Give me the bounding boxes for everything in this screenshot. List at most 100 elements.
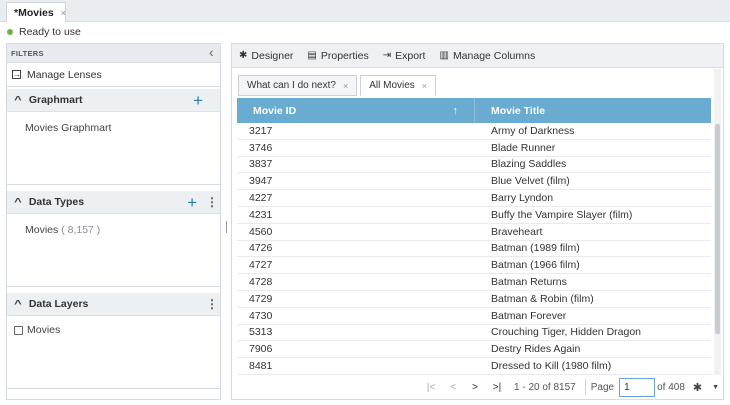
page-label: Page	[590, 381, 615, 393]
movie-id-cell: 4729	[249, 292, 273, 305]
graphmart-section: ^ Graphmart + Movies Graphmart	[7, 89, 220, 185]
data-type-count: ( 8,157 )	[61, 224, 101, 236]
close-icon[interactable]: ×	[422, 81, 427, 91]
data-types-section-header[interactable]: ^ Data Types + ⋮	[7, 191, 220, 214]
movie-title-cell: Destry Rides Again	[491, 343, 581, 356]
manage-lenses-button[interactable]: → Manage Lenses	[7, 63, 220, 87]
movie-id-cell: 3217	[249, 124, 273, 137]
panel-splitter[interactable]	[226, 221, 227, 233]
movies-table: Movie ID ↑ Movie Title 3217 Army of Darkn…	[237, 98, 711, 375]
columns-icon: ▥	[439, 50, 449, 61]
movie-id-cell: 7906	[249, 343, 273, 356]
previous-page-button[interactable]: <	[442, 382, 464, 393]
last-page-button[interactable]: >|	[486, 382, 508, 393]
first-page-button[interactable]: |<	[420, 382, 442, 393]
data-layers-section-title: Data Layers	[28, 298, 89, 310]
page-range-text: 1 - 20 of 8157	[514, 381, 576, 393]
close-icon[interactable]: ×	[61, 8, 66, 18]
data-layers-section-header[interactable]: ^ Data Layers ⋮	[7, 293, 220, 316]
chevron-up-icon[interactable]: ^	[14, 299, 22, 310]
add-graphmart-icon[interactable]: +	[193, 92, 203, 109]
table-row[interactable]: 4727 Batman (1966 film)	[237, 257, 711, 275]
table-row[interactable]: 7906 Destry Rides Again	[237, 341, 711, 359]
tab-all-movies[interactable]: All Movies ×	[360, 75, 437, 96]
export-label: Export	[395, 49, 426, 62]
movie-title-cell: Blue Velvet (film)	[491, 175, 570, 188]
table-row[interactable]: 4227 Barry Lyndon	[237, 190, 711, 207]
movie-title-cell: Blade Runner	[491, 141, 556, 154]
movie-title-cell: Barry Lyndon	[491, 192, 554, 205]
view-tabs: What can I do next? × All Movies ×	[238, 75, 439, 96]
table-row[interactable]: 8481 Dressed to Kill (1980 film)	[237, 358, 711, 375]
movie-title-cell: Crouching Tiger, Hidden Dragon	[491, 326, 642, 339]
data-type-name: Movies	[25, 224, 59, 236]
gear-icon[interactable]: ✱	[693, 381, 702, 394]
table-header: Movie ID ↑ Movie Title	[237, 98, 711, 123]
status-text: Ready to use	[19, 26, 81, 38]
movie-id-cell: 5313	[249, 326, 273, 339]
graphmart-section-header[interactable]: ^ Graphmart +	[7, 89, 220, 112]
movie-title-cell: Dressed to Kill (1980 film)	[491, 360, 612, 373]
movie-id-cell: 3947	[249, 175, 273, 188]
document-tab-movies[interactable]: *Movies ×	[6, 2, 66, 22]
table-row[interactable]: 3746 Blade Runner	[237, 140, 711, 157]
data-type-item[interactable]: Movies ( 8,157 )	[7, 214, 220, 236]
chevron-up-icon[interactable]: ^	[14, 197, 22, 208]
next-page-button[interactable]: >	[464, 382, 486, 393]
more-options-icon[interactable]: ⋮	[206, 297, 218, 311]
table-row[interactable]: 4730 Batman Forever	[237, 308, 711, 325]
tab-label: What can I do next?	[247, 80, 336, 91]
vertical-scrollbar[interactable]	[714, 69, 721, 375]
table-row[interactable]: 4729 Batman & Robin (film)	[237, 291, 711, 308]
data-layer-item[interactable]: Movies	[7, 316, 220, 336]
page-count-text: of 408	[657, 381, 685, 393]
divider	[584, 379, 586, 395]
data-layer-label: Movies	[27, 324, 61, 336]
table-row[interactable]: 4231 Buffy the Vampire Slayer (film)	[237, 207, 711, 224]
page-number-input[interactable]: 1	[619, 377, 656, 397]
movie-title-cell: Batman (1966 film)	[491, 259, 580, 272]
designer-label: Designer	[251, 49, 294, 62]
designer-button[interactable]: ✱ Designer	[239, 50, 293, 62]
more-options-icon[interactable]: ⋮	[206, 195, 218, 209]
table-row[interactable]: 4560 Braveheart	[237, 224, 711, 241]
properties-button[interactable]: ▤ Properties	[307, 50, 368, 62]
data-types-section: ^ Data Types + ⋮ Movies ( 8,157 )	[7, 191, 220, 287]
movie-title-cell: Braveheart	[491, 225, 543, 238]
movie-id-cell: 3837	[249, 158, 273, 171]
table-row[interactable]: 4728 Batman Returns	[237, 274, 711, 291]
table-row[interactable]: 5313 Crouching Tiger, Hidden Dragon	[237, 325, 711, 342]
export-button[interactable]: ⇥ Export	[383, 50, 426, 62]
movie-id-cell: 8481	[249, 360, 273, 373]
movie-title-cell: Batman Returns	[491, 276, 567, 289]
movie-id-cell: 3746	[249, 141, 273, 154]
table-row[interactable]: 3947 Blue Velvet (film)	[237, 173, 711, 191]
tab-what-can-i-do-next[interactable]: What can I do next? ×	[238, 75, 358, 96]
collapse-panel-icon[interactable]: ‹	[209, 44, 214, 60]
movie-id-cell: 4726	[249, 242, 273, 255]
chevron-down-icon[interactable]: ▼	[712, 384, 719, 391]
movie-title-cell: Army of Darkness	[491, 124, 575, 137]
close-icon[interactable]: ×	[343, 81, 348, 91]
add-data-type-icon[interactable]: +	[187, 194, 197, 211]
movie-id-cell: 4728	[249, 276, 273, 289]
data-types-section-title: Data Types	[28, 196, 85, 208]
chevron-up-icon[interactable]: ^	[14, 95, 22, 106]
manage-lenses-label: Manage Lenses	[27, 68, 102, 81]
table-row[interactable]: 3217 Army of Darkness	[237, 123, 711, 140]
column-header-movie-id[interactable]: Movie ID ↑	[237, 98, 475, 123]
manage-columns-button[interactable]: ▥ Manage Columns	[439, 50, 535, 62]
data-layers-section: ^ Data Layers ⋮ Movies	[7, 293, 220, 389]
movie-id-cell: 4730	[249, 309, 273, 322]
document-tabstrip: *Movies ×	[0, 0, 730, 22]
table-row[interactable]: 4726 Batman (1989 film)	[237, 241, 711, 258]
table-row[interactable]: 3837 Blazing Saddles	[237, 157, 711, 174]
column-header-label: Movie Title	[491, 104, 546, 117]
scrollbar-thumb[interactable]	[715, 124, 720, 334]
document-tab-label: *Movies	[14, 6, 54, 19]
export-icon: ⇥	[382, 50, 392, 61]
sort-ascending-icon[interactable]: ↑	[453, 105, 459, 117]
data-layer-checkbox[interactable]	[14, 325, 23, 335]
column-header-movie-title[interactable]: Movie Title	[475, 98, 711, 123]
movie-id-cell: 4231	[249, 208, 273, 221]
